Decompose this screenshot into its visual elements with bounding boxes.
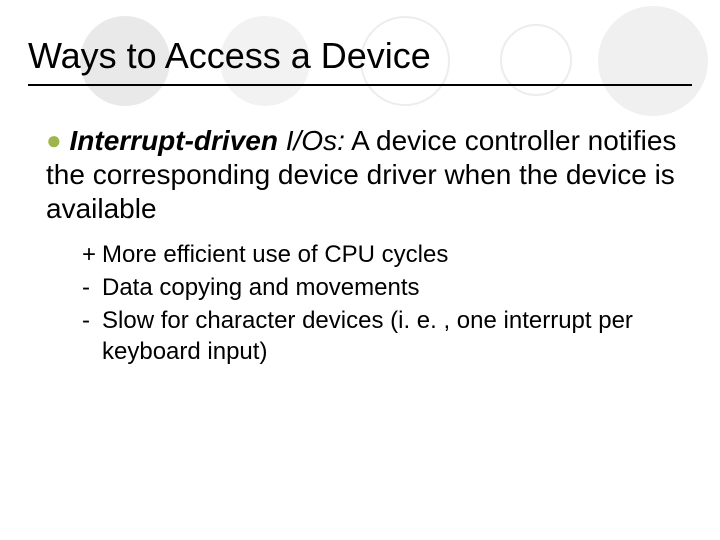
bullet-icon: ● [46, 125, 62, 155]
list-item: + More efficient use of CPU cycles [82, 240, 684, 271]
list-item-text: Data copying and movements [102, 273, 684, 304]
sub-list: + More efficient use of CPU cycles - Dat… [82, 240, 684, 367]
term-tail: I/Os: [278, 125, 345, 156]
term-strong: Interrupt-driven [70, 125, 278, 156]
slide: Ways to Access a Device ● Interrupt-driv… [0, 0, 720, 540]
main-bullet: ● Interrupt-driven I/Os: A device contro… [46, 124, 684, 226]
list-item: - Slow for character devices (i. e. , on… [82, 306, 684, 367]
slide-body: ● Interrupt-driven I/Os: A device contro… [46, 124, 684, 369]
list-item-text: More efficient use of CPU cycles [102, 240, 684, 271]
minus-icon: - [82, 273, 102, 304]
plus-icon: + [82, 240, 102, 271]
circle-icon [598, 6, 708, 116]
title-underline [28, 84, 692, 86]
list-item-text: Slow for character devices (i. e. , one … [102, 306, 684, 367]
minus-icon: - [82, 306, 102, 337]
page-title: Ways to Access a Device [28, 36, 431, 76]
list-item: - Data copying and movements [82, 273, 684, 304]
